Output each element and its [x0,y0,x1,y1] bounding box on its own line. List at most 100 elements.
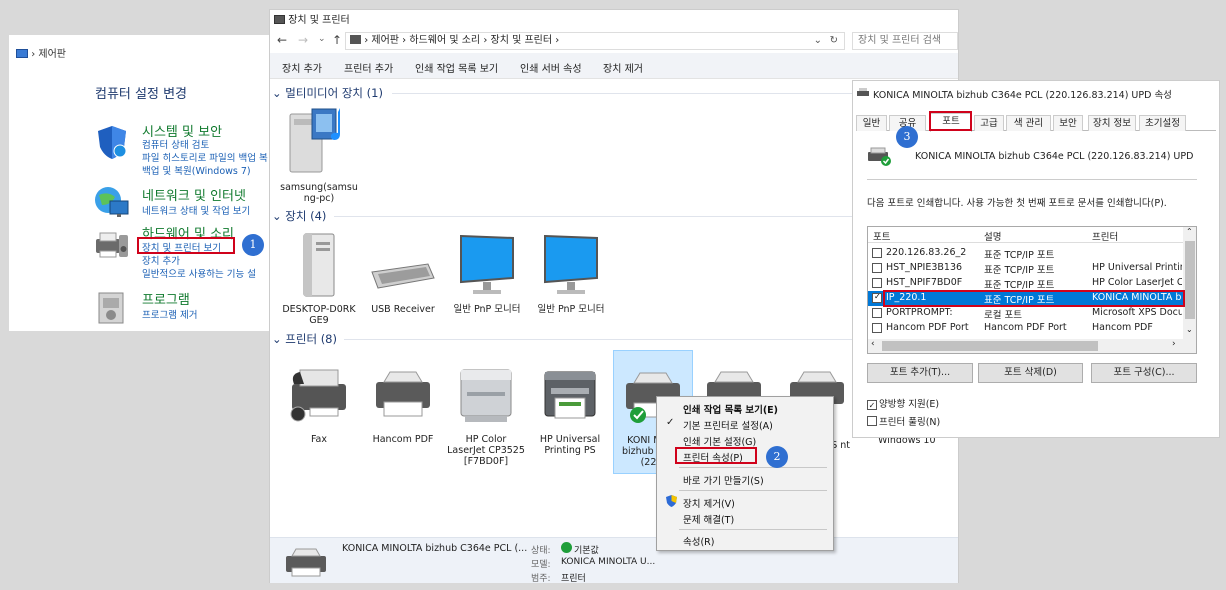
tab-color-management[interactable]: 색 관리 [1006,115,1051,131]
selected-device-name: KONICA MINOLTA bizhub C364e PCL (... [342,543,528,554]
printer-pooling-checkbox[interactable]: 프린터 풀링(N) [867,414,940,428]
device-monitor-2[interactable]: 일반 PnP 모니터 [532,232,610,315]
vertical-scrollbar[interactable]: ⌃ ⌄ [1183,227,1196,339]
highlight-ports-tab [929,111,972,131]
column-port[interactable]: 포트 [873,229,890,243]
tab-general[interactable]: 일반 [856,115,887,131]
scroll-up-icon[interactable]: ⌃ [1186,227,1193,236]
device-desktop[interactable]: DESKTOP-D0RK GE9 [282,232,356,326]
address-bar[interactable]: › 제어판 › 하드웨어 및 소리 › 장치 및 프린터 › ⌄ ↻ [345,32,845,50]
scroll-thumb[interactable] [1185,241,1195,319]
page-title: 컴퓨터 설정 변경 [95,87,187,102]
print-server-properties-button[interactable]: 인쇄 서버 속성 [520,60,582,75]
menu-item-remove-device[interactable]: 장치 제거(V) [683,496,735,510]
port-checkbox[interactable]: ✓ [872,292,882,303]
column-printer[interactable]: 프린터 [1092,229,1118,243]
keyboard-icon [371,263,435,289]
port-row[interactable]: PORTPROMPT: 로컬 포트 Microsoft XPS Docur [868,306,1183,321]
printer-icon [857,88,869,96]
port-list-header: 포트 설명 프린터 [868,227,1183,243]
scroll-left-icon[interactable]: ‹ [871,339,875,349]
checkbox-label: 프린터 풀링(N) [879,417,941,428]
group-label: 프린터 (8) [285,332,337,346]
checkmark-icon: ✓ [666,417,675,428]
horizontal-scrollbar[interactable]: ‹ › [868,339,1196,353]
checkbox-unchecked-icon[interactable] [867,416,877,426]
printer-hancom-pdf[interactable]: Hancom PDF [365,362,441,445]
breadcrumb-item[interactable]: 장치 및 프린터 [491,35,553,46]
category-heading[interactable]: 프로그램 [142,289,190,308]
column-description[interactable]: 설명 [984,229,1001,243]
group-label: 장치 (4) [285,209,327,223]
printer-hp-color-laserjet[interactable]: HP Color LaserJet CP3525 [F7BD0F] [446,362,526,467]
menu-separator [679,529,827,530]
scroll-right-icon[interactable]: › [1172,339,1176,349]
highlight-printer-properties [675,447,757,464]
add-printer-button[interactable]: 프린터 추가 [344,60,393,75]
bidirectional-support-checkbox[interactable]: ✓ 양방향 지원(E) [867,396,939,410]
see-print-queue-button[interactable]: 인쇄 작업 목록 보기 [415,60,498,75]
breadcrumb-item[interactable]: 하드웨어 및 소리 [409,35,480,46]
category-link[interactable]: 프로그램 제거 [142,307,197,321]
tab-advanced[interactable]: 고급 [974,115,1004,131]
breadcrumb-item[interactable]: 제어판 [371,35,399,46]
add-port-button[interactable]: 포트 추가(T)... [867,363,973,383]
menu-item-see-queue[interactable]: 인쇄 작업 목록 보기(E) [683,402,778,416]
port-checkbox[interactable] [872,323,882,333]
port-row[interactable]: HST_NPIF7BD0F 표준 TCP/IP 포트 HP Color LaserJ… [868,276,1183,291]
port-checkbox[interactable] [872,308,882,318]
control-panel-address[interactable]: › 제어판 [16,45,66,60]
forward-arrow-icon[interactable]: → [298,33,308,47]
menu-item-set-default[interactable]: 기본 프린터로 설정(A) [683,418,773,432]
remove-device-button[interactable]: 장치 제거 [603,60,643,75]
printer-label: HP Universal Printing PS [539,434,601,456]
tab-initial-settings[interactable]: 초기설정 [1139,115,1186,131]
port-checkbox[interactable] [872,248,882,258]
step-badge-2: 2 [766,446,788,468]
control-panel-window: › 제어판 컴퓨터 설정 변경 시스템 및 보안 컴퓨터 상태 검토 파일 히스… [9,35,271,331]
port-printer: HP Universal Printing [1092,262,1182,273]
port-row[interactable]: 220.126.83.26_2 표준 TCP/IP 포트 [868,246,1183,261]
dropdown-chevron-icon[interactable]: ⌄ [814,33,822,49]
category-link[interactable]: 장치 추가 [142,253,180,267]
menu-item-create-shortcut[interactable]: 바로 가기 만들기(S) [683,473,764,487]
delete-port-button[interactable]: 포트 삭제(D) [978,363,1083,383]
up-arrow-icon[interactable]: ↑ [332,33,342,47]
checkbox-checked-icon[interactable]: ✓ [867,400,877,410]
recent-chevron-icon[interactable]: ⌄ [318,34,326,44]
category-link[interactable]: 백업 및 복원(Windows 7) [142,163,251,177]
category-link[interactable]: 파일 히스토리로 파일의 백업 복 [142,150,268,164]
port-row[interactable]: HST_NPIE3B136 표준 TCP/IP 포트 HP Universal Pr… [868,261,1183,276]
category-link[interactable]: 네트워크 상태 및 작업 보기 [142,203,250,217]
add-device-button[interactable]: 장치 추가 [282,60,322,75]
printer-fax[interactable]: Fax [282,362,356,445]
scroll-thumb[interactable] [882,341,1098,351]
menu-item-troubleshoot[interactable]: 문제 해결(T) [683,512,734,526]
menu-item-properties[interactable]: 속성(R) [683,534,715,548]
device-multimedia[interactable]: samsung(samsu ng-pc) [280,104,358,204]
search-input[interactable]: 장치 및 프린터 검색 [852,32,958,50]
category-link[interactable]: 일반적으로 사용하는 기능 설 [142,266,256,280]
back-arrow-icon[interactable]: ← [277,33,287,47]
scroll-down-icon[interactable]: ⌄ [1186,325,1193,334]
tab-security[interactable]: 보안 [1053,115,1083,131]
menu-item-printing-preferences[interactable]: 인쇄 기본 설정(G) [683,434,756,448]
configure-port-button[interactable]: 포트 구성(C)... [1091,363,1197,383]
chevron-down-icon: ⌄ [272,209,282,223]
port-checkbox[interactable] [872,263,882,273]
device-usb-receiver[interactable]: USB Receiver [365,232,441,315]
device-label: 일반 PnP 모니터 [453,304,521,315]
port-checkbox[interactable] [872,278,882,288]
chevron-right-icon: › [31,49,36,60]
step-badge-1: 1 [242,234,264,256]
printer-hp-universal[interactable]: HP Universal Printing PS [530,362,610,456]
refresh-icon[interactable]: ↻ [830,33,838,49]
category-link[interactable]: 컴퓨터 상태 검토 [142,137,209,151]
device-monitor-1[interactable]: 일반 PnP 모니터 [448,232,526,315]
breadcrumb-control-panel[interactable]: 제어판 [38,49,66,60]
port-row[interactable]: Hancom PDF Port Hancom PDF Port Hancom PDF [868,321,1183,336]
printer-label: HP Color LaserJet CP3525 [F7BD0F] [447,434,525,467]
category-heading[interactable]: 네트워크 및 인터넷 [142,185,246,204]
tab-device-info[interactable]: 장치 정보 [1088,115,1136,131]
fax-icon [290,369,346,422]
